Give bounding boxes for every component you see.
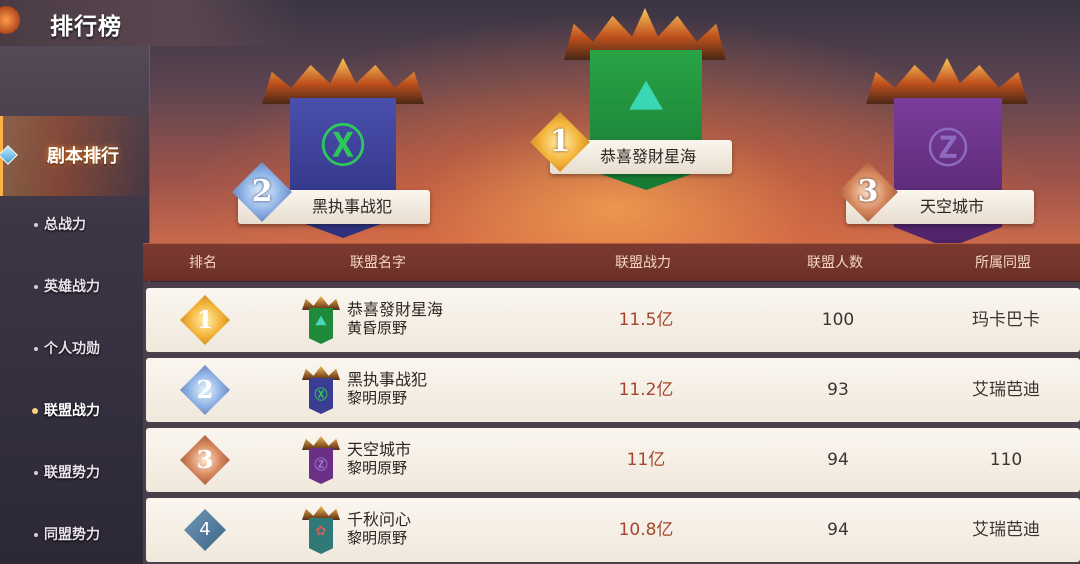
rank-3-medal-icon: 3: [180, 435, 230, 485]
sidebar-item-label: 个人功勋: [44, 341, 100, 357]
alliance-emblem-icon: ⛰: [629, 72, 663, 119]
rank-2-medal-icon: 2: [180, 365, 230, 415]
sidebar-item-alliance-influence[interactable]: 联盟势力: [0, 453, 150, 493]
bullet-icon: [34, 285, 38, 289]
member-count: 94: [827, 450, 849, 470]
crown-icon: [262, 58, 424, 104]
rank-4-badge-icon: 4: [184, 509, 226, 551]
alliance-power: 11.5亿: [618, 310, 674, 330]
header-member-count: 联盟人数: [807, 255, 863, 271]
alliance-banner-icon: Ⓩ: [302, 436, 340, 486]
sidebar-item-label: 同盟势力: [44, 527, 100, 543]
alliance-flag: Ⓩ: [309, 448, 333, 484]
first-place-name: 恭喜發財星海: [600, 147, 697, 166]
alliance-power: 10.8亿: [618, 520, 674, 540]
sidebar-item-alliance-power[interactable]: 联盟战力: [0, 391, 150, 431]
second-place-name: 黑执事战犯: [312, 197, 393, 216]
alliance-flag: ⛰: [309, 308, 333, 344]
alliance-flag: ✿: [309, 518, 333, 554]
alliance-region: 黎明原野: [347, 529, 408, 547]
header-rank: 排名: [189, 255, 217, 271]
table-row[interactable]: 1 ⛰ 恭喜發財星海 黄昏原野 11.5亿 100 玛卡巴卡: [146, 288, 1080, 352]
sidebar-item-label: 联盟势力: [44, 465, 100, 481]
sidebar-item-label: 总战力: [44, 217, 86, 233]
alliance-power: 11亿: [626, 450, 666, 470]
crown-icon: [302, 506, 340, 520]
bullet-icon: [34, 471, 38, 475]
alliance-banner-icon: ✿: [302, 506, 340, 556]
rank-1-medal-icon: 1: [180, 295, 230, 345]
alliance-banner-icon: ⛰: [302, 296, 340, 346]
table-header: 排名 联盟名字 联盟战力 联盟人数 所属同盟: [143, 243, 1080, 281]
header-alliance-name: 联盟名字: [350, 255, 406, 271]
league-name: 艾瑞芭迪: [972, 380, 1040, 400]
crown-icon: [302, 366, 340, 380]
alliance-flag: Ⓧ: [309, 378, 333, 414]
alliance-name: 天空城市: [347, 440, 412, 459]
sidebar-main-tab[interactable]: 剧本排行: [0, 116, 150, 196]
ranking-list: 1 ⛰ 恭喜發財星海 黄昏原野 11.5亿 100 玛卡巴卡 2 Ⓧ 黑执事战犯…: [143, 282, 1080, 564]
crown-icon: [866, 58, 1028, 104]
alliance-emblem-icon: ⛰: [315, 314, 327, 329]
table-row[interactable]: 2 Ⓧ 黑执事战犯 黎明原野 11.2亿 93 艾瑞芭迪: [146, 358, 1080, 422]
third-place-name: 天空城市: [920, 197, 985, 216]
bullet-icon: [32, 408, 38, 414]
alliance-banner-icon: Ⓧ: [302, 366, 340, 416]
bullet-icon: [34, 533, 38, 537]
alliance-emblem-icon: ✿: [315, 524, 327, 539]
league-name: 艾瑞芭迪: [972, 520, 1040, 540]
sidebar: 剧本排行 总战力 英雄战力 个人功勋 联盟战力 联盟势力 同盟势力: [0, 0, 150, 564]
crown-icon: [302, 296, 340, 310]
alliance-region: 黎明原野: [347, 389, 408, 407]
table-row[interactable]: 4 ✿ 千秋问心 黎明原野 10.8亿 94 艾瑞芭迪: [146, 498, 1080, 562]
third-place-banner: Ⓩ: [894, 98, 1002, 248]
alliance-emblem-icon: Ⓧ: [314, 388, 328, 403]
header-league: 所属同盟: [975, 255, 1031, 271]
alliance-emblem-icon: Ⓧ: [321, 121, 365, 172]
member-count: 94: [827, 520, 849, 540]
sidebar-item-total-power[interactable]: 总战力: [0, 205, 150, 245]
alliance-emblem-icon: Ⓩ: [928, 125, 968, 172]
sidebar-item-label: 联盟战力: [44, 403, 100, 419]
alliance-region: 黄昏原野: [347, 319, 408, 337]
alliance-region: 黎明原野: [347, 459, 408, 477]
sidebar-item-personal-merit[interactable]: 个人功勋: [0, 329, 150, 369]
alliance-power: 11.2亿: [618, 380, 674, 400]
league-name: 玛卡巴卡: [972, 310, 1040, 330]
page-title: 排行榜: [0, 0, 300, 46]
flame-icon: [0, 6, 20, 34]
alliance-emblem-icon: Ⓩ: [314, 458, 328, 473]
crown-icon: [302, 436, 340, 450]
sidebar-main-tab-label: 剧本排行: [47, 146, 119, 167]
member-count: 93: [827, 380, 849, 400]
alliance-name: 千秋问心: [347, 510, 412, 529]
sidebar-item-hero-power[interactable]: 英雄战力: [0, 267, 150, 307]
alliance-name: 恭喜發財星海: [347, 300, 444, 319]
sidebar-item-league-influence[interactable]: 同盟势力: [0, 515, 150, 555]
league-name: 110: [989, 450, 1023, 470]
member-count: 100: [821, 310, 855, 330]
alliance-name: 黑执事战犯: [347, 370, 428, 389]
header-alliance-power: 联盟战力: [615, 255, 671, 271]
table-row[interactable]: 3 Ⓩ 天空城市 黎明原野 11亿 94 110: [146, 428, 1080, 492]
bullet-icon: [34, 223, 38, 227]
bullet-icon: [34, 347, 38, 351]
sidebar-item-label: 英雄战力: [44, 279, 100, 295]
